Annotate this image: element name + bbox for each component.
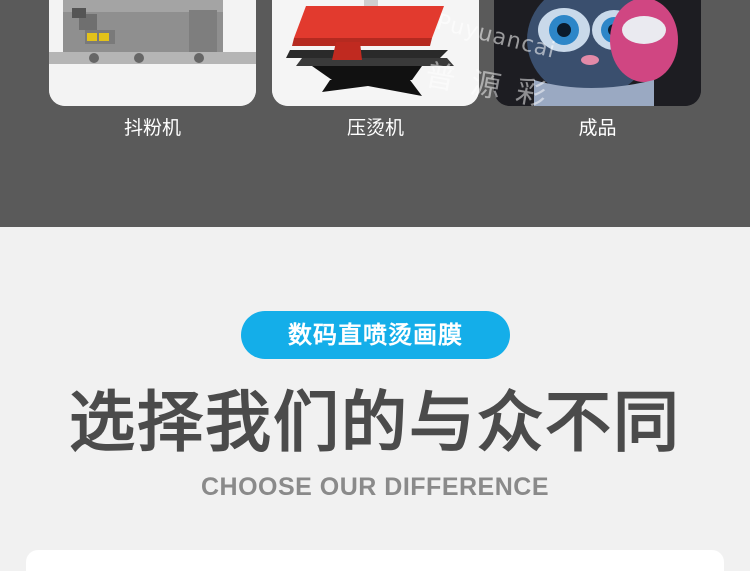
powder-shaker-image bbox=[49, 0, 256, 106]
caption-finished-product: 成品 bbox=[578, 117, 617, 139]
caption-powder-shaker: 抖粉机 bbox=[123, 117, 181, 139]
caption-heat-press: 压烫机 bbox=[346, 117, 404, 139]
section-subtitle: CHOOSE OUR DIFFERENCE bbox=[200, 473, 550, 501]
section-badge: 数码直喷烫画膜 bbox=[241, 311, 510, 359]
content-card bbox=[26, 550, 724, 571]
section-title: 选择我们的与众不同 bbox=[69, 384, 681, 461]
